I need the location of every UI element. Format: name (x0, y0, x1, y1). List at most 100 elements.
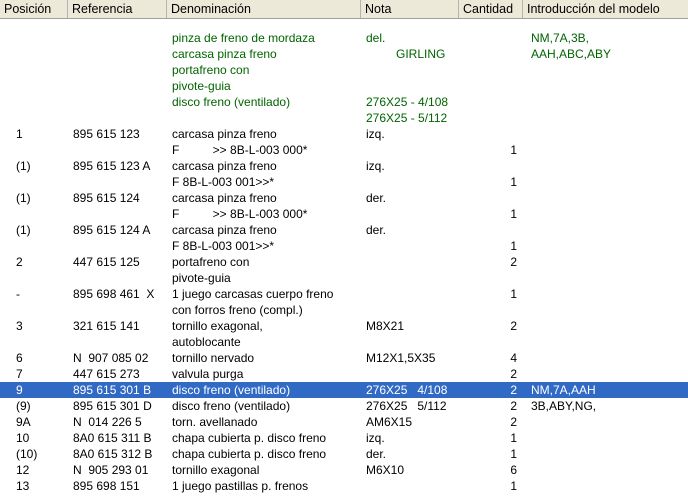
cell-denominacion: disco freno (ventilado) (172, 399, 291, 413)
cell-introduccion: NM,7A,AAH (531, 383, 596, 397)
cell-posicion (16, 302, 64, 318)
cell-posicion (16, 78, 64, 94)
cell-referencia: 895 698 461 X (73, 287, 155, 301)
cell-denominacion: disco freno (ventilado) (172, 383, 291, 397)
column-header-posicion[interactable]: Posición (0, 0, 68, 18)
table-row[interactable]: (1) 895 615 123 A carcasa pinza freno izq. (0, 158, 688, 174)
column-header-cantidad[interactable]: Cantidad (459, 0, 523, 18)
cell-nota: AM6X15 (366, 415, 413, 429)
cell-denominacion: autoblocante (172, 335, 241, 349)
table-row[interactable]: 7 447 615 273 valvula purga 2 (0, 366, 688, 382)
cell-nota: izq. (366, 431, 385, 445)
cell-nota (366, 334, 459, 350)
table-row[interactable]: autoblocante (0, 334, 688, 350)
cell-introduccion: 3B,ABY,NG, (531, 399, 597, 413)
cell-cantidad: 1 (510, 239, 517, 253)
table-row[interactable]: - 895 698 461 X 1 juego carcasas cuerpo fr… (0, 286, 688, 302)
table-row[interactable]: 6 N 907 085 02 tornillo nervado M12X1,5X35 4 (0, 350, 688, 366)
cell-cantidad (459, 190, 517, 206)
cell-introduccion (531, 110, 686, 126)
cell-introduccion (531, 62, 686, 78)
cell-cantidad (459, 110, 517, 126)
column-header-nota[interactable]: Nota (361, 0, 459, 18)
cell-referencia: 8A0 615 312 B (73, 447, 153, 461)
cell-denominacion: tornillo nervado (172, 351, 255, 365)
cell-posicion: 10 (16, 431, 30, 445)
cell-denominacion: carcasa pinza freno (172, 191, 277, 205)
table-row[interactable]: 3 321 615 141 tornillo exagonal, M8X21 2 (0, 318, 688, 334)
cell-nota: del. (366, 31, 386, 45)
cell-cantidad: 6 (510, 463, 517, 477)
table-row[interactable]: pivote-guia (0, 78, 688, 94)
cell-denominacion: tornillo exagonal, (172, 319, 263, 333)
table-row[interactable]: (9) 895 615 301 D disco freno (ventilado) 2… (0, 398, 688, 414)
cell-denominacion: pivote-guia (172, 271, 231, 285)
table-row[interactable]: carcasa pinza freno GIRLING AAH,ABC,ABY (0, 46, 688, 62)
cell-cantidad: 2 (510, 399, 517, 413)
table-row[interactable]: (1) 895 615 124 A carcasa pinza freno der. (0, 222, 688, 238)
cell-introduccion (531, 350, 686, 366)
cell-referencia: 895 615 124 (73, 191, 140, 205)
cell-introduccion: AAH,ABC,ABY (531, 47, 612, 61)
table-row[interactable]: portafreno con (0, 62, 688, 78)
cell-posicion (16, 174, 64, 190)
cell-introduccion (531, 126, 686, 142)
table-row-selected[interactable]: 9 895 615 301 B disco freno (ventilado) 276… (0, 382, 688, 398)
column-header-denominacion[interactable]: Denominación (167, 0, 361, 18)
cell-introduccion (531, 190, 686, 206)
cell-referencia: 8A0 615 311 B (73, 431, 152, 445)
table-row[interactable]: F 8B-L-003 001>>* 1 (0, 238, 688, 254)
table-row[interactable]: F 8B-L-003 001>>* 1 (0, 174, 688, 190)
table-row[interactable]: F >> 8B-L-003 000* 1 (0, 142, 688, 158)
table-row[interactable]: pinza de freno de mordaza del. NM,7A,3B, (0, 30, 688, 46)
cell-denominacion: F >> 8B-L-003 000* (172, 143, 308, 157)
parts-list-grid[interactable]: Posición Referencia Denominación Nota Ca… (0, 0, 688, 498)
cell-introduccion: NM,7A,3B, (531, 31, 590, 45)
column-header-referencia[interactable]: Referencia (68, 0, 167, 18)
table-row[interactable]: 9A N 014 226 5 torn. avellanado AM6X15 2 (0, 414, 688, 430)
cell-introduccion (531, 94, 686, 110)
cell-posicion: (9) (16, 399, 31, 413)
cell-denominacion: portafreno con (172, 63, 250, 77)
cell-nota: 276X25 - 4/108 (366, 95, 449, 109)
cell-posicion: 7 (16, 367, 23, 381)
cell-nota (366, 174, 459, 190)
cell-denominacion: F 8B-L-003 001>>* (172, 239, 275, 253)
table-row[interactable]: 1 895 615 123 carcasa pinza freno izq. (0, 126, 688, 142)
cell-nota (366, 206, 459, 222)
column-header-introduccion[interactable]: Introducción del modelo (523, 0, 688, 18)
cell-referencia: N 907 085 02 (73, 351, 149, 365)
cell-referencia (73, 334, 167, 350)
cell-referencia (73, 206, 167, 222)
table-row[interactable]: 12 N 905 293 01 tornillo exagonal M6X10 6 (0, 462, 688, 478)
cell-referencia (73, 78, 167, 94)
cell-denominacion: pinza de freno de mordaza (172, 31, 315, 45)
table-row[interactable]: 10 8A0 615 311 B chapa cubierta p. disco f… (0, 430, 688, 446)
table-row[interactable]: pivote-guia (0, 270, 688, 286)
table-row[interactable]: con forros freno (compl.) (0, 302, 688, 318)
cell-introduccion (531, 158, 686, 174)
cell-referencia: 895 615 124 A (73, 223, 151, 237)
table-row[interactable]: F >> 8B-L-003 000* 1 (0, 206, 688, 222)
cell-posicion (16, 206, 64, 222)
cell-posicion (16, 238, 64, 254)
table-row[interactable]: disco freno (ventilado) 276X25 - 4/108 (0, 94, 688, 110)
cell-referencia (73, 142, 167, 158)
table-row[interactable]: (10) 8A0 615 312 B chapa cubierta p. disco… (0, 446, 688, 462)
cell-cantidad (459, 334, 517, 350)
cell-introduccion (531, 318, 686, 334)
table-row[interactable]: 13 895 698 151 1 juego pastillas p. frenos… (0, 478, 688, 494)
cell-nota (366, 62, 459, 78)
cell-nota: 276X25 5/112 (366, 399, 447, 413)
cell-posicion (16, 334, 64, 350)
cell-posicion (16, 46, 64, 62)
table-row[interactable]: 2 447 615 125 portafreno con 2 (0, 254, 688, 270)
table-row[interactable]: (1) 895 615 124 carcasa pinza freno der. (0, 190, 688, 206)
cell-posicion: 2 (16, 255, 23, 269)
cell-introduccion (531, 238, 686, 254)
cell-referencia (73, 110, 167, 126)
cell-cantidad (459, 222, 517, 238)
cell-denominacion: valvula purga (172, 367, 244, 381)
table-row[interactable]: 276X25 - 5/112 (0, 110, 688, 126)
cell-referencia: 321 615 141 (73, 319, 140, 333)
